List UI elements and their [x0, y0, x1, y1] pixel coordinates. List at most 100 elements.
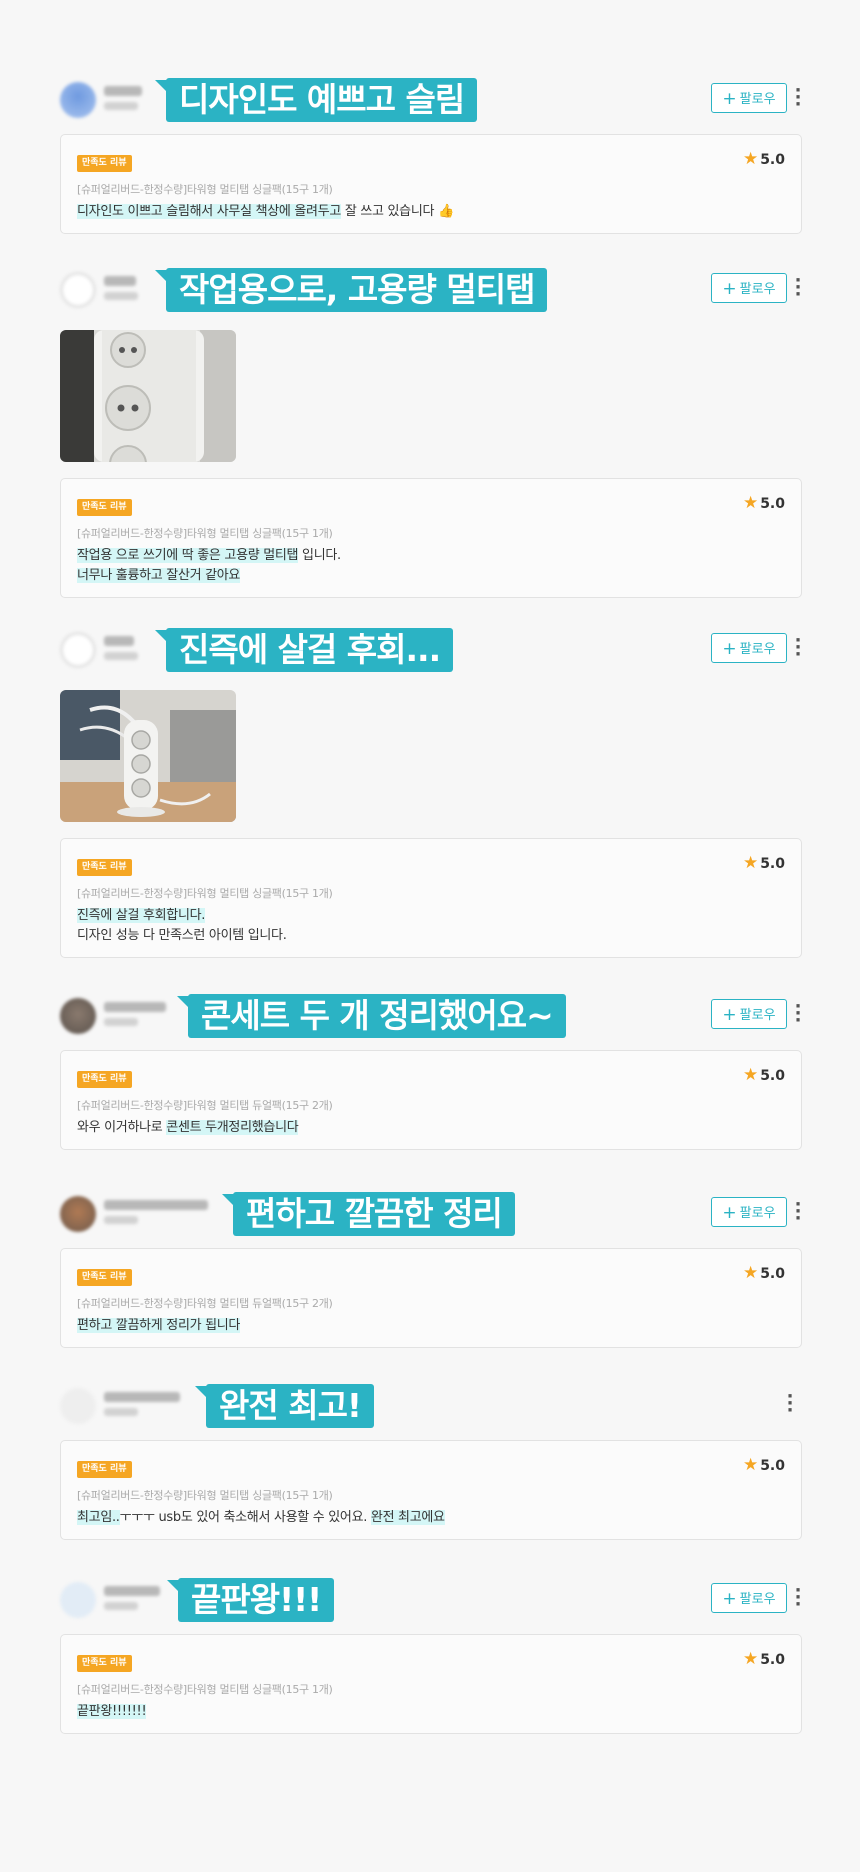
- plain-text: ㅜㅜㅜ usb도 있어 축소해서 사용할 수 있어요.: [119, 1510, 371, 1525]
- more-menu-icon[interactable]: · · ·: [794, 1582, 802, 1614]
- star-rating: ★ 5.0: [743, 149, 785, 169]
- power-strip-photo: [60, 330, 236, 462]
- star-rating: ★ 5.0: [743, 493, 785, 513]
- review-headline: 완전 최고!: [195, 1384, 374, 1428]
- star-icon: ★: [742, 1455, 759, 1475]
- review-item: 끝판왕!!! + 팔로우 · · · 만족도 리뷰 ★ 5.0 [슈퍼얼리버드-한정수량…: [60, 1578, 802, 1734]
- review-card: 만족도 리뷰 ★ 5.0 [슈퍼얼리버드-한정수량]타워형 멀티탭 싱글팩(15구…: [60, 1440, 802, 1540]
- avatar[interactable]: [60, 1196, 96, 1232]
- more-menu-icon[interactable]: · · ·: [794, 82, 802, 114]
- avatar[interactable]: [60, 632, 96, 668]
- rating-value: 5.0: [760, 856, 785, 872]
- highlighted-text: 완전 최고에요: [370, 1510, 445, 1525]
- username[interactable]: [104, 1586, 160, 1596]
- username[interactable]: [104, 636, 134, 646]
- product-option: [슈퍼얼리버드-한정수량]타워형 멀티탭 듀얼팩(15구 2개): [77, 1099, 333, 1112]
- follow-button[interactable]: + 팔로우: [711, 999, 787, 1029]
- satisfaction-badge: 만족도 리뷰: [77, 1269, 132, 1286]
- review-photo[interactable]: [60, 330, 236, 462]
- satisfaction-badge: 만족도 리뷰: [77, 1071, 132, 1088]
- username[interactable]: [104, 1392, 180, 1402]
- plus-icon: +: [722, 1203, 737, 1223]
- review-text: 편하고 깔끔하게 정리가 됩니다: [77, 1317, 785, 1335]
- review-text: 디자인 성능 다 만족스런 아이템 입니다.: [77, 927, 785, 945]
- plus-icon: +: [722, 1589, 737, 1609]
- more-menu-icon[interactable]: · · ·: [794, 998, 802, 1030]
- highlighted-text: 너무나 훌륭하고 잘산거 같아요: [77, 568, 241, 583]
- satisfaction-badge: 만족도 리뷰: [77, 1461, 132, 1478]
- plus-icon: +: [722, 1005, 737, 1025]
- avatar[interactable]: [60, 998, 96, 1034]
- more-menu-icon[interactable]: · · ·: [794, 1196, 802, 1228]
- user-meta: [104, 292, 138, 300]
- review-card: 만족도 리뷰 ★ 5.0 [슈퍼얼리버드-한정수량]타워형 멀티탭 듀얼팩(15구…: [60, 1050, 802, 1150]
- user-meta: [104, 102, 138, 110]
- review-card: 만족도 리뷰 ★ 5.0 [슈퍼얼리버드-한정수량]타워형 멀티탭 싱글팩(15구…: [60, 478, 802, 598]
- more-menu-icon[interactable]: · · ·: [794, 632, 802, 664]
- rating-value: 5.0: [760, 496, 785, 512]
- follow-button[interactable]: + 팔로우: [711, 83, 787, 113]
- plus-icon: +: [722, 89, 737, 109]
- review-header: 편하고 깔끔한 정리 + 팔로우 · · ·: [60, 1192, 802, 1236]
- star-rating: ★ 5.0: [743, 853, 785, 873]
- review-headline: 끝판왕!!!: [166, 1578, 335, 1622]
- plain-text: 디자인 성능 다 만족스런 아이템 입니다.: [77, 928, 287, 943]
- highlighted-text: 편하고 깔끔하게 정리가 됩니다: [77, 1318, 241, 1333]
- review-headline: 콘세트 두 개 정리했어요~: [177, 994, 566, 1038]
- satisfaction-badge: 만족도 리뷰: [77, 859, 132, 876]
- review-headline: 진즉에 살걸 후회...: [154, 628, 454, 672]
- user-meta: [104, 1216, 138, 1224]
- highlighted-text: 끝판왕!!!!!!!: [77, 1704, 147, 1719]
- star-rating: ★ 5.0: [743, 1065, 785, 1085]
- review-item: 디자인도 예쁘고 슬림 + 팔로우 · · · 만족도 리뷰 ★ 5.0 [슈퍼얼리버드…: [60, 78, 802, 234]
- review-item: 콘세트 두 개 정리했어요~ + 팔로우 · · · 만족도 리뷰 ★ 5.0 [슈퍼얼…: [60, 994, 802, 1150]
- avatar[interactable]: [60, 82, 96, 118]
- highlighted-text: 디자인도 이쁘고 슬림해서 사무실 책상에 올려두고: [77, 204, 342, 219]
- review-text: 작업용 으로 쓰기에 딱 좋은 고용량 멀티탭 입니다.: [77, 547, 785, 565]
- review-item: 작업용으로, 고용량 멀티탭 + 팔로우 · · · 만족도 리뷰 ★ 5.0 [슈퍼얼…: [60, 268, 802, 598]
- follow-label: 팔로우: [739, 1592, 776, 1607]
- product-option: [슈퍼얼리버드-한정수량]타워형 멀티탭 싱글팩(15구 1개): [77, 1683, 333, 1696]
- review-header: 완전 최고! · · ·: [60, 1384, 802, 1428]
- more-menu-icon[interactable]: · · ·: [786, 1388, 794, 1420]
- review-text: 와우 이거하나로 콘센트 두개정리했습니다: [77, 1119, 785, 1137]
- plain-text: 잘 쓰고 있습니다 👍: [341, 204, 454, 219]
- star-rating: ★ 5.0: [743, 1649, 785, 1669]
- more-menu-icon[interactable]: · · ·: [794, 272, 802, 304]
- follow-button[interactable]: + 팔로우: [711, 633, 787, 663]
- follow-label: 팔로우: [739, 642, 776, 657]
- highlighted-text: 최고임..: [77, 1510, 120, 1525]
- follow-button[interactable]: + 팔로우: [711, 273, 787, 303]
- follow-button[interactable]: + 팔로우: [711, 1197, 787, 1227]
- avatar[interactable]: [60, 1388, 96, 1424]
- review-text: 끝판왕!!!!!!!: [77, 1703, 785, 1721]
- username[interactable]: [104, 86, 142, 96]
- review-item: 진즉에 살걸 후회... + 팔로우 · · · 만족도 리뷰 ★ 5.0 [슈퍼얼리버…: [60, 628, 802, 958]
- review-headline: 편하고 깔끔한 정리: [222, 1192, 515, 1236]
- highlighted-text: 콘센트 두개정리했습니다: [166, 1120, 299, 1135]
- follow-label: 팔로우: [739, 1206, 776, 1221]
- avatar[interactable]: [60, 1582, 96, 1618]
- review-headline: 작업용으로, 고용량 멀티탭: [154, 268, 548, 312]
- star-icon: ★: [742, 149, 759, 169]
- follow-label: 팔로우: [739, 92, 776, 107]
- follow-label: 팔로우: [739, 282, 776, 297]
- username[interactable]: [104, 1200, 208, 1210]
- highlighted-text: 진즉에 살걸 후회합니다.: [77, 908, 206, 923]
- username[interactable]: [104, 1002, 166, 1012]
- review-header: 끝판왕!!! + 팔로우 · · ·: [60, 1578, 802, 1622]
- review-card: 만족도 리뷰 ★ 5.0 [슈퍼얼리버드-한정수량]타워형 멀티탭 싱글팩(15구…: [60, 838, 802, 958]
- review-card: 만족도 리뷰 ★ 5.0 [슈퍼얼리버드-한정수량]타워형 멀티탭 싱글팩(15구…: [60, 134, 802, 234]
- plain-text: 와우 이거하나로: [77, 1120, 167, 1135]
- star-icon: ★: [742, 1263, 759, 1283]
- review-card: 만족도 리뷰 ★ 5.0 [슈퍼얼리버드-한정수량]타워형 멀티탭 듀얼팩(15구…: [60, 1248, 802, 1348]
- product-option: [슈퍼얼리버드-한정수량]타워형 멀티탭 싱글팩(15구 1개): [77, 1489, 333, 1502]
- rating-value: 5.0: [760, 1652, 785, 1668]
- review-photo[interactable]: [60, 690, 236, 822]
- user-meta: [104, 1408, 138, 1416]
- follow-button[interactable]: + 팔로우: [711, 1583, 787, 1613]
- review-item: 완전 최고! · · · 만족도 리뷰 ★ 5.0 [슈퍼얼리버드-한정수량]타워형 …: [60, 1384, 802, 1540]
- username[interactable]: [104, 276, 136, 286]
- avatar[interactable]: [60, 272, 96, 308]
- star-rating: ★ 5.0: [743, 1455, 785, 1475]
